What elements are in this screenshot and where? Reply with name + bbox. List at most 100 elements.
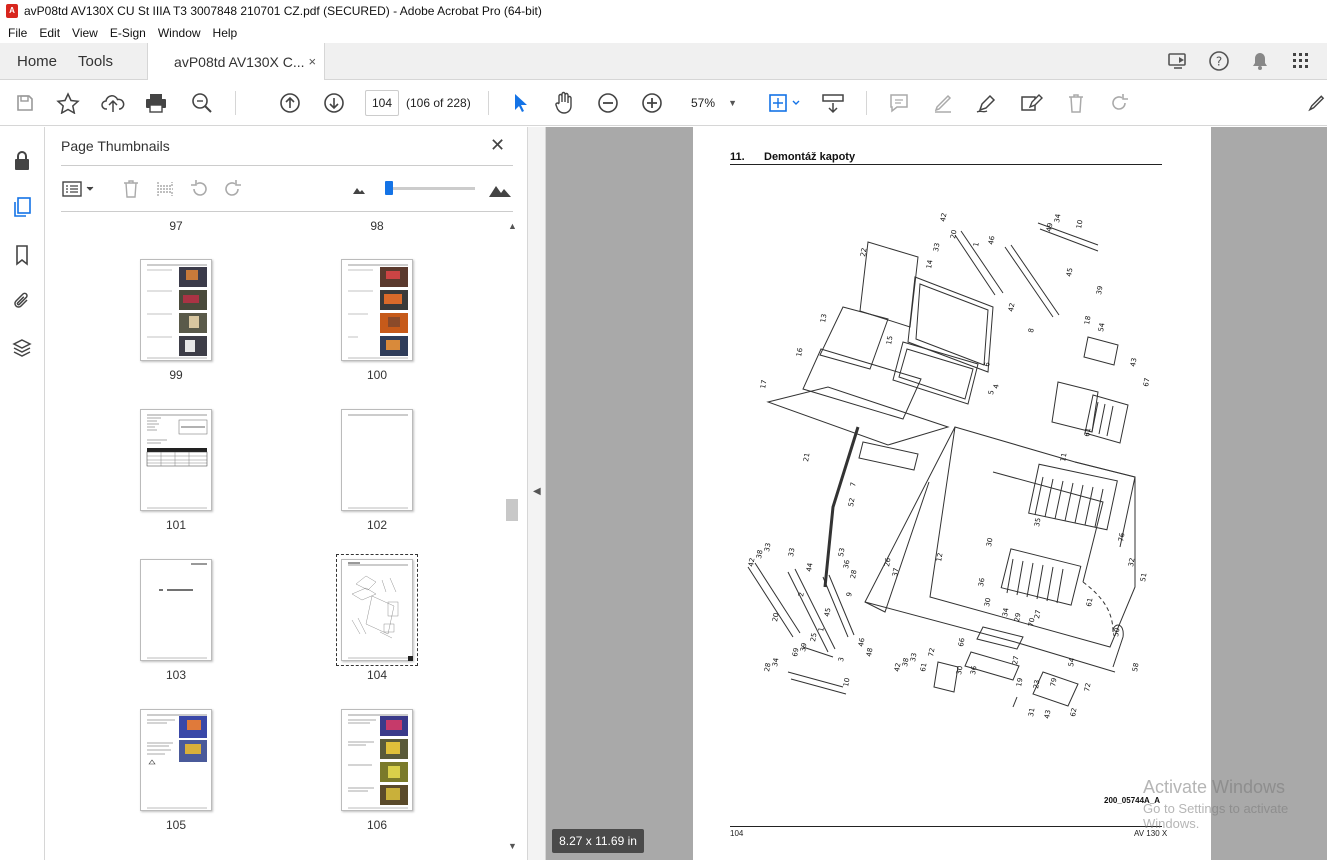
tab-home[interactable]: Home	[0, 43, 74, 79]
highlight-pen-icon[interactable]	[928, 80, 958, 126]
bookmarks-icon[interactable]	[8, 241, 36, 269]
notifications-bell-icon[interactable]	[1239, 51, 1280, 71]
svg-text:34: 34	[1053, 213, 1063, 224]
previous-page-icon[interactable]	[275, 80, 305, 126]
scroll-down-icon[interactable]: ▼	[508, 841, 517, 851]
thumbnail-label-100: 100	[366, 368, 388, 382]
lock-security-icon[interactable]	[8, 147, 36, 175]
svg-text:54: 54	[1097, 322, 1107, 333]
document-view[interactable]: 11. Demontáž kapoty 22 14 13 16 17 15 33…	[546, 127, 1327, 860]
svg-text:36: 36	[842, 559, 852, 570]
svg-text:33: 33	[787, 547, 796, 557]
fit-page-icon[interactable]	[764, 80, 804, 126]
share-screen-icon[interactable]	[1157, 51, 1198, 71]
delete-page-icon[interactable]	[119, 177, 143, 201]
draw-pen-icon[interactable]	[972, 80, 1002, 126]
thumbnail-page-102[interactable]	[341, 409, 413, 511]
menu-file[interactable]: File	[2, 26, 33, 40]
thumbnail-size-slider[interactable]	[385, 181, 475, 195]
thumbnail-page-104[interactable]	[336, 554, 418, 666]
menu-window[interactable]: Window	[152, 26, 207, 40]
hand-tool-icon[interactable]	[549, 80, 579, 126]
thumbnail-options-menu[interactable]	[61, 177, 97, 201]
menu-view[interactable]: View	[66, 26, 104, 40]
close-tab-button[interactable]: ×	[308, 54, 316, 69]
next-page-icon[interactable]	[319, 80, 349, 126]
svg-text:11: 11	[1059, 452, 1068, 462]
print-icon[interactable]	[141, 80, 171, 126]
page-thumbnails-icon[interactable]	[8, 193, 36, 221]
svg-text:48: 48	[865, 647, 874, 657]
close-panel-button[interactable]: ✕	[490, 135, 505, 156]
svg-text:2: 2	[797, 592, 806, 598]
svg-text:46: 46	[857, 637, 867, 648]
svg-text:42: 42	[939, 212, 948, 222]
small-thumbnails-icon[interactable]	[349, 177, 369, 201]
navigation-rail	[0, 127, 45, 860]
upload-cloud-icon[interactable]	[98, 80, 128, 126]
redo-icon[interactable]	[1104, 80, 1134, 126]
svg-text:43: 43	[1043, 709, 1052, 719]
rotate-clockwise-icon[interactable]	[221, 177, 245, 201]
menu-esign[interactable]: E-Sign	[104, 26, 152, 40]
thumbnail-page-101[interactable]	[140, 409, 212, 511]
menu-bar: File Edit View E-Sign Window Help	[0, 22, 1327, 43]
svg-text:72: 72	[1083, 682, 1092, 692]
page-number-input[interactable]: 104	[365, 90, 399, 116]
tab-tools[interactable]: Tools	[74, 43, 130, 79]
scroll-up-icon[interactable]: ▲	[508, 221, 517, 231]
tab-document[interactable]: avP08td AV130X C... ×	[147, 43, 326, 80]
menu-edit[interactable]: Edit	[33, 26, 66, 40]
extract-page-icon[interactable]	[153, 177, 177, 201]
zoom-in-icon[interactable]	[637, 80, 667, 126]
comment-icon[interactable]	[884, 80, 914, 126]
svg-text:6: 6	[983, 361, 992, 367]
svg-text:43: 43	[1129, 357, 1138, 367]
menu-help[interactable]: Help	[207, 26, 244, 40]
svg-text:15: 15	[885, 335, 894, 345]
svg-text:50: 50	[1112, 627, 1121, 637]
edit-text-icon[interactable]	[1016, 80, 1046, 126]
thumbnail-page-106[interactable]	[341, 709, 413, 811]
select-cursor-icon[interactable]	[505, 80, 535, 126]
thumbnail-page-103[interactable]	[140, 559, 212, 661]
thumbnail-page-105[interactable]	[140, 709, 212, 811]
apps-grid-icon[interactable]	[1280, 52, 1321, 70]
zoom-level-dropdown[interactable]: 57% ▼	[685, 90, 745, 116]
thumbnail-page-99[interactable]	[140, 259, 212, 361]
svg-text:61: 61	[1083, 427, 1092, 437]
svg-text:10: 10	[1075, 219, 1084, 229]
save-icon[interactable]	[10, 80, 40, 126]
svg-text:61: 61	[919, 662, 928, 672]
svg-text:36: 36	[977, 577, 987, 588]
exploded-view-drawing: 22 14 13 16 17 15 33 42 20 1 46 49 34 10…	[747, 212, 1151, 719]
panel-splitter[interactable]: ◀	[527, 127, 546, 860]
svg-text:61: 61	[1085, 597, 1094, 607]
attachments-paperclip-icon[interactable]	[8, 287, 36, 315]
scrollbar-thumb[interactable]	[506, 499, 518, 521]
zoom-out-icon[interactable]	[593, 80, 623, 126]
svg-text:18: 18	[1083, 315, 1092, 325]
activation-watermark-title: Activate Windows	[1143, 777, 1286, 797]
rotate-counterclockwise-icon[interactable]	[187, 177, 211, 201]
svg-text:36: 36	[969, 665, 979, 676]
collapse-panel-icon[interactable]: ◀	[533, 486, 541, 497]
large-thumbnails-icon[interactable]	[487, 177, 513, 201]
delete-trash-icon[interactable]	[1061, 80, 1091, 126]
scroll-mode-icon[interactable]	[818, 80, 848, 126]
zoom-search-icon[interactable]	[187, 80, 217, 126]
help-icon[interactable]: ?	[1198, 50, 1239, 72]
svg-text:39: 39	[1095, 285, 1104, 295]
bookmark-star-icon[interactable]	[53, 80, 83, 126]
thumbnail-label-98: 98	[370, 219, 384, 233]
svg-text:4: 4	[992, 383, 1001, 389]
main-toolbar: 104 (106 of 228) 57% ▼	[0, 80, 1327, 126]
svg-text:67: 67	[1142, 377, 1151, 387]
sign-tool-icon[interactable]	[1306, 80, 1327, 126]
layers-icon[interactable]	[8, 334, 36, 362]
thumbnail-page-100[interactable]	[341, 259, 413, 361]
slider-handle[interactable]	[385, 181, 393, 195]
pdf-app-icon: A	[6, 4, 18, 18]
thumbnail-scrollbar[interactable]: ▲ ▼	[504, 219, 521, 856]
svg-text:12: 12	[935, 552, 944, 562]
